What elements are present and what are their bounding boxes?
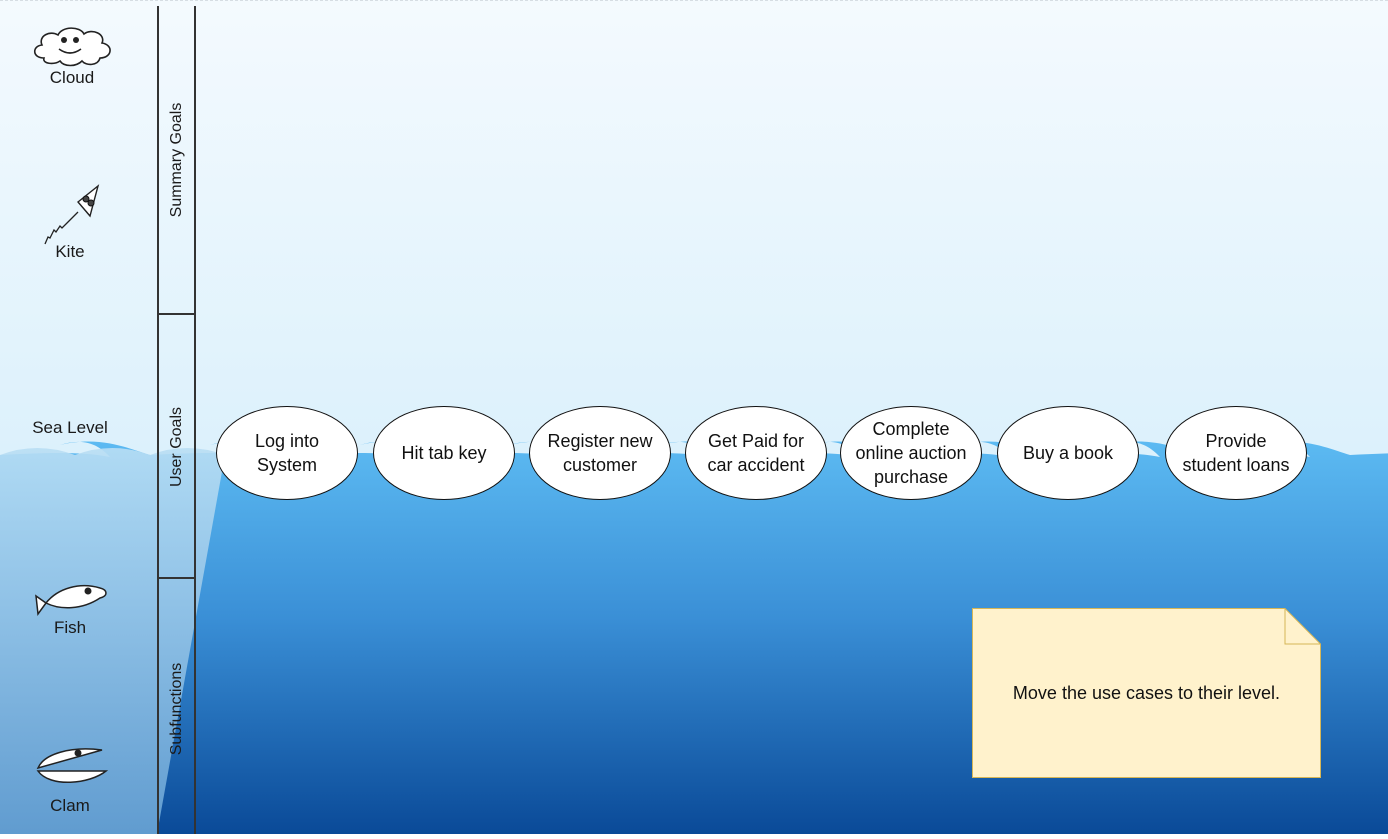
- level-label-clam: Clam: [50, 796, 90, 815]
- lane-label-subfunctions: Subfunctions: [167, 662, 185, 756]
- lane-label-summary-goals: Summary Goals: [167, 102, 185, 217]
- goal-level-lanes: Summary Goals User Goals Subfunctions: [157, 6, 196, 834]
- use-case-get-paid-for-car-accident[interactable]: Get Paid for car accident: [685, 406, 827, 500]
- level-label-cloud: Cloud: [49, 68, 95, 87]
- use-case-label: Hit tab key: [401, 443, 487, 463]
- use-case-register-new-customer[interactable]: Register new customer: [529, 406, 671, 500]
- level-label-kite: Kite: [55, 242, 85, 261]
- clam-icon: [36, 748, 109, 783]
- use-case-hit-tab-key[interactable]: Hit tab key: [373, 406, 515, 500]
- use-case-log-into-system[interactable]: Log into System: [216, 406, 358, 500]
- cloud-icon: [33, 27, 111, 67]
- use-case-label: Get Paid for car accident: [707, 431, 805, 475]
- lane-summary-goals: Summary Goals: [159, 6, 194, 313]
- level-fish: Fish: [0, 580, 140, 638]
- note-text: Move the use cases to their level.: [1012, 682, 1281, 703]
- level-label-sea-level: Sea Level: [32, 418, 108, 437]
- use-case-label: Log into System: [254, 431, 320, 475]
- use-case-label: Complete online auction purchase: [855, 419, 967, 487]
- use-case-label: Register new customer: [547, 431, 653, 475]
- use-case-buy-a-book[interactable]: Buy a book: [997, 406, 1139, 500]
- lane-user-goals: User Goals: [159, 313, 194, 579]
- level-clam: Clam: [0, 744, 140, 816]
- fish-icon: [35, 584, 107, 617]
- use-case-label: Provide student loans: [1182, 431, 1290, 475]
- top-boundary: [0, 0, 1388, 1]
- lane-subfunctions: Subfunctions: [159, 577, 194, 839]
- kite-icon: [44, 184, 100, 245]
- instruction-note[interactable]: Move the use cases to their level.: [972, 608, 1321, 778]
- use-case-provide-student-loans[interactable]: Provide student loans: [1165, 406, 1307, 500]
- lane-label-user-goals: User Goals: [167, 406, 185, 488]
- level-cloud: Cloud: [2, 24, 142, 88]
- level-kite: Kite: [0, 182, 140, 262]
- use-case-label: Buy a book: [1022, 443, 1114, 463]
- use-case-complete-online-auction-purchase[interactable]: Complete online auction purchase: [840, 406, 982, 500]
- level-label-fish: Fish: [53, 618, 87, 637]
